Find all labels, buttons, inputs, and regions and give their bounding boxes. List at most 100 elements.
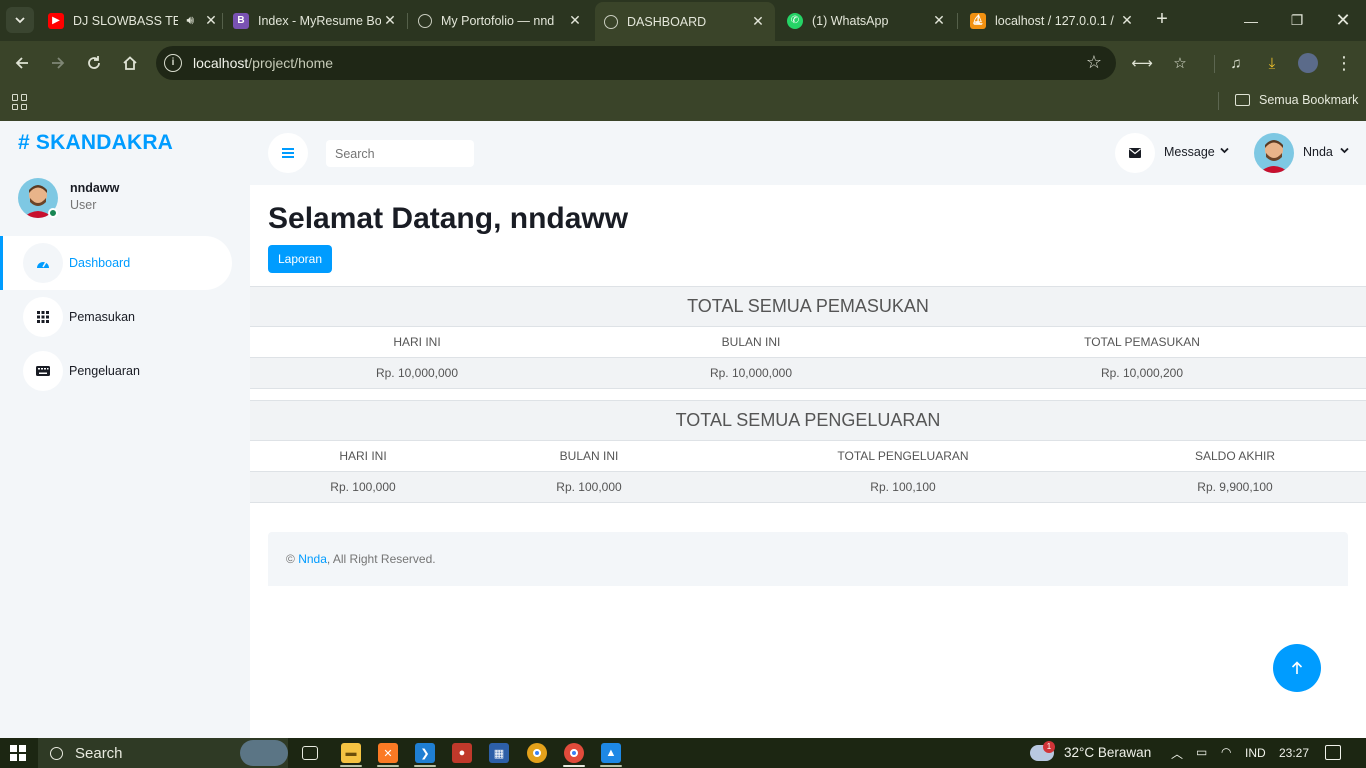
xampp-icon[interactable]: ✕: [378, 743, 398, 763]
message-label[interactable]: Message: [1164, 145, 1215, 159]
column-header: SALDO AKHIR: [1104, 440, 1366, 472]
vscode-icon[interactable]: ❯: [415, 743, 435, 763]
profile-name[interactable]: Nnda: [1303, 145, 1333, 159]
close-tab-icon[interactable]: ✕: [930, 12, 948, 29]
page-title: Selamat Datang, nndaww: [268, 202, 629, 235]
tab-title: localhost / 127.0.0.1 /: [995, 13, 1114, 28]
apps-grid-icon[interactable]: [12, 94, 28, 110]
taskbar-search-label: Search: [75, 744, 123, 762]
windows-start-icon[interactable]: [10, 745, 26, 761]
close-tab-icon[interactable]: ✕: [566, 12, 584, 29]
income-table-title: TOTAL SEMUA PEMASUKAN: [250, 286, 1366, 327]
language-indicator[interactable]: IND: [1245, 746, 1266, 760]
table-cell: Rp. 9,900,100: [1104, 471, 1366, 503]
sidebar: # SKANDAKRA nndaww User Dashboard Pemasu…: [0, 121, 250, 738]
footer-author-link[interactable]: Nnda: [298, 552, 327, 566]
tab-separator: [222, 13, 223, 29]
column-header: TOTAL PEMASUKAN: [918, 326, 1366, 358]
laporan-button[interactable]: Laporan: [268, 245, 332, 273]
message-dropdown-chevron-icon[interactable]: [1220, 146, 1229, 157]
clock[interactable]: 23:27: [1279, 746, 1309, 760]
browser-tab-youtube[interactable]: ▶ DJ SLOWBASS TE 🔊︎ ✕: [40, 0, 220, 41]
minimize-button[interactable]: —: [1228, 0, 1274, 41]
footer: © Nnda, All Right Reserved.: [268, 532, 1348, 586]
app-icon[interactable]: ●: [452, 743, 472, 763]
arrow-left-icon: [15, 57, 28, 69]
globe-icon: [418, 13, 432, 28]
sidebar-item-dashboard[interactable]: Dashboard: [0, 236, 232, 290]
chevron-up-icon[interactable]: ︿: [1171, 745, 1183, 762]
column-header: HARI INI: [250, 440, 476, 472]
avatar[interactable]: [1254, 133, 1294, 173]
profile-icon[interactable]: [1296, 51, 1320, 75]
back-to-top-button[interactable]: [1273, 644, 1321, 692]
close-tab-icon[interactable]: ✕: [202, 12, 220, 29]
search-input[interactable]: [326, 140, 474, 167]
income-summary-table: TOTAL SEMUA PEMASUKAN HARI INI BULAN INI…: [250, 286, 1366, 389]
close-tab-icon[interactable]: ✕: [749, 13, 767, 30]
online-status-indicator: [48, 208, 58, 218]
brand-logo[interactable]: # SKANDAKRA: [18, 131, 173, 155]
table-header-row: HARI INI BULAN INI TOTAL PENGELUARAN SAL…: [250, 440, 1366, 472]
wifi-icon[interactable]: ◠: [1221, 745, 1231, 759]
close-window-button[interactable]: ✕: [1320, 0, 1366, 41]
chrome-active-icon[interactable]: [564, 743, 584, 763]
favorites-icon[interactable]: ☆: [1168, 51, 1192, 75]
table-cell: Rp. 100,100: [702, 471, 1104, 503]
forward-button[interactable]: [45, 50, 71, 76]
notification-icon[interactable]: [1325, 745, 1341, 760]
copyright-symbol: ©: [286, 552, 295, 566]
task-view-icon[interactable]: [302, 746, 318, 760]
search-highlight-icon: [240, 740, 288, 766]
globe-icon: [604, 14, 618, 29]
new-tab-button[interactable]: +: [1151, 8, 1173, 32]
hamburger-icon: [282, 148, 294, 158]
profile-dropdown-chevron-icon[interactable]: [1340, 146, 1349, 157]
close-tab-icon[interactable]: ✕: [381, 12, 399, 29]
browser-toolbar: i localhost/project/home ☆ ⟷ ☆ ♫ ⤓ ⋮: [0, 41, 1366, 85]
file-explorer-icon[interactable]: ▬: [341, 743, 361, 763]
battery-icon[interactable]: ▭: [1196, 745, 1207, 759]
home-button[interactable]: [117, 50, 143, 76]
table-row: Rp. 10,000,000 Rp. 10,000,000 Rp. 10,000…: [250, 357, 1366, 389]
bootstrap-icon: B: [233, 12, 249, 29]
bookmark-star-icon[interactable]: ☆: [1086, 52, 1102, 73]
weather-text[interactable]: 32°C Berawan: [1064, 745, 1151, 760]
url-path: /project/home: [248, 55, 334, 71]
sidebar-user-name: nndaww: [70, 181, 120, 195]
running-indicator: [340, 765, 362, 767]
sidebar-item-pengeluaran[interactable]: Pengeluaran: [0, 344, 232, 398]
browser-tab-phpmyadmin[interactable]: ⛵︎ localhost / 127.0.0.1 / ✕: [962, 0, 1142, 41]
sidebar-toggle-button[interactable]: [268, 133, 308, 173]
reload-icon: [88, 56, 100, 69]
sidebar-item-label: Pengeluaran: [69, 364, 140, 378]
sidebar-item-pemasukan[interactable]: Pemasukan: [0, 290, 232, 344]
photos-icon[interactable]: ▲: [601, 743, 621, 763]
browser-tab-myresume[interactable]: B Index - MyResume Bo ✕: [225, 0, 405, 41]
browser-tab-whatsapp[interactable]: ✆ (1) WhatsApp ✕: [778, 0, 954, 41]
ms-store-icon[interactable]: ▦: [489, 743, 509, 763]
message-button[interactable]: [1115, 133, 1155, 173]
url-text[interactable]: localhost/project/home: [193, 55, 333, 71]
tab-title: My Portofolio — nnd: [441, 13, 555, 28]
site-info-icon[interactable]: i: [164, 54, 182, 72]
back-button[interactable]: [9, 50, 35, 76]
chrome-icon[interactable]: [527, 743, 547, 763]
browser-tab-portofolio[interactable]: My Portofolio — nnd ✕: [410, 0, 590, 41]
address-bar[interactable]: i localhost/project/home ☆: [156, 46, 1116, 80]
tab-search-button[interactable]: [6, 7, 34, 33]
expense-summary-table: TOTAL SEMUA PENGELUARAN HARI INI BULAN I…: [250, 400, 1366, 503]
sidebar-user-role: User: [70, 198, 97, 212]
all-bookmarks-folder[interactable]: Semua Bookmark: [1235, 93, 1358, 107]
close-tab-icon[interactable]: ✕: [1118, 12, 1136, 29]
restore-button[interactable]: ❐: [1274, 0, 1320, 41]
table-cell: Rp. 10,000,000: [584, 357, 918, 389]
browser-tab-dashboard[interactable]: DASHBOARD ✕: [595, 2, 775, 41]
media-control-icon[interactable]: ♫: [1224, 51, 1248, 75]
reload-button[interactable]: [81, 50, 107, 76]
download-icon[interactable]: ⤓: [1260, 51, 1284, 75]
folder-icon: [1235, 94, 1250, 106]
more-menu-icon[interactable]: ⋮: [1332, 51, 1356, 75]
running-indicator: [377, 765, 399, 767]
translate-icon[interactable]: ⟷: [1130, 51, 1154, 75]
